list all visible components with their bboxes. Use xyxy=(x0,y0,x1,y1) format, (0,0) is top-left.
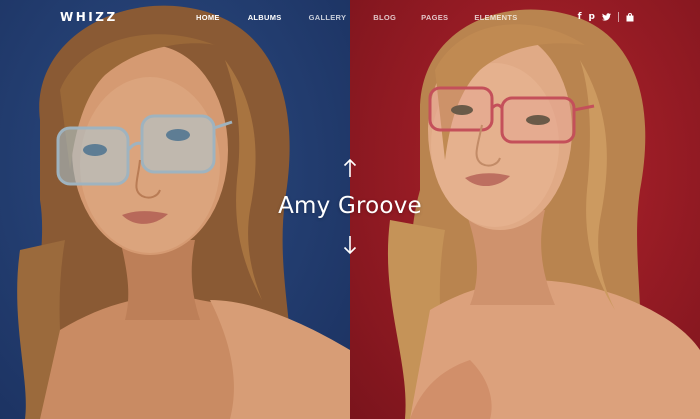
site-logo[interactable]: WHIZZ xyxy=(60,10,118,24)
twitter-icon[interactable] xyxy=(602,13,611,21)
nav-item-pages[interactable]: PAGES xyxy=(421,13,448,22)
portrait-photo-left xyxy=(17,5,350,419)
right-portrait-panel[interactable] xyxy=(350,0,700,419)
nav-item-home[interactable]: HOME xyxy=(196,13,220,22)
shopping-bag-icon[interactable] xyxy=(626,12,634,22)
nav-item-albums[interactable]: ALBUMS xyxy=(248,13,282,22)
nav-item-gallery[interactable]: GALLERY xyxy=(309,13,347,22)
social-links: f p xyxy=(578,12,634,22)
nav-item-elements[interactable]: ELEMENTS xyxy=(474,13,517,22)
facebook-icon[interactable]: f xyxy=(578,12,582,22)
arrow-down-icon[interactable] xyxy=(340,234,360,256)
main-nav: HOME ALBUMS GALLERY BLOG PAGES ELEMENTS xyxy=(196,13,518,22)
hero-slider: WHIZZ HOME ALBUMS GALLERY BLOG PAGES ELE… xyxy=(0,0,700,419)
site-header: WHIZZ HOME ALBUMS GALLERY BLOG PAGES ELE… xyxy=(0,0,700,36)
left-portrait-panel[interactable] xyxy=(0,0,350,419)
social-divider xyxy=(618,12,619,22)
portrait-photo-right xyxy=(387,9,700,419)
arrow-up-icon[interactable] xyxy=(340,157,360,179)
pinterest-icon[interactable]: p xyxy=(589,12,595,22)
nav-item-blog[interactable]: BLOG xyxy=(373,13,396,22)
